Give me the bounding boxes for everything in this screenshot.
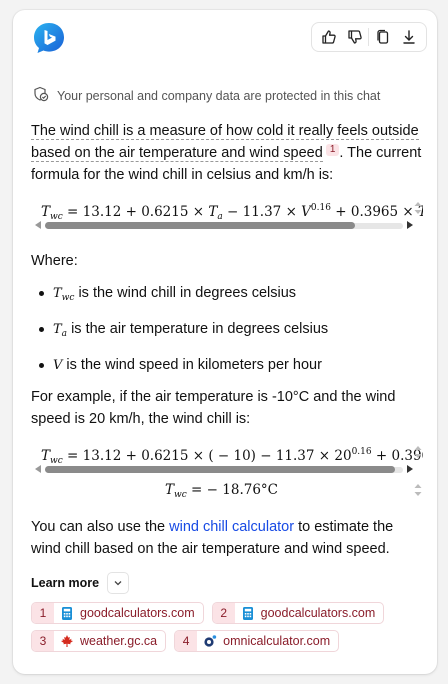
source-list: 1 goodcalculators.com 2 goodcalculators.… <box>31 602 423 658</box>
source-link[interactable]: 2 goodcalculators.com <box>211 602 385 624</box>
source-number: 1 <box>32 603 54 623</box>
chevron-down-icon <box>114 581 122 586</box>
calculator-icon <box>241 606 255 620</box>
wind-chill-calculator-link[interactable]: wind chill calculator <box>169 519 294 535</box>
list-item: Ta is the air temperature in degrees cel… <box>31 318 423 345</box>
learn-more: Learn more <box>31 572 130 594</box>
bing-copilot-logo <box>31 20 67 56</box>
source-number: 2 <box>212 603 235 623</box>
privacy-notice: Your personal and company data are prote… <box>33 86 380 105</box>
math-text: + 0.3965 × <box>330 204 418 220</box>
formula-general: Twc = 13.12 + 0.6215 × Ta − 11.37 × V0.1… <box>31 196 423 220</box>
citation-badge[interactable]: 1 <box>325 144 340 156</box>
source-number: 3 <box>32 631 54 651</box>
toolbar-divider <box>368 28 370 46</box>
answer-body: The wind chill is a measure of how cold … <box>31 120 423 560</box>
math-text: − 11.37 × <box>222 204 302 220</box>
math-text: = 13.12 + 0.6215 × <box>62 204 209 220</box>
source-domain: omnicalculator.com <box>223 634 331 648</box>
answer-intro: The wind chill is a measure of how cold … <box>31 120 423 186</box>
source-link[interactable]: 3 weather.gc.ca <box>31 630 167 652</box>
math-sub: wc <box>50 212 63 220</box>
math-exp: 0.16 <box>351 447 372 457</box>
list-item-text: is the air temperature in degrees celsiu… <box>67 321 329 337</box>
omni-icon <box>203 634 217 648</box>
chat-response-card: Your personal and company data are prote… <box>13 10 437 674</box>
formula-scrollbar[interactable] <box>35 220 413 230</box>
scroll-left-arrow-icon[interactable] <box>35 221 41 229</box>
variable-list: Twc is the wind chill in degrees celsius… <box>31 282 423 377</box>
list-item: V is the wind speed in kilometers per ho… <box>31 354 423 377</box>
shield-check-icon <box>33 86 49 105</box>
maple-leaf-icon <box>60 634 74 648</box>
calculator-icon <box>60 606 74 620</box>
math-var: T <box>208 204 218 220</box>
thumbs-up-icon[interactable] <box>317 25 341 49</box>
spinner-arrows-icon[interactable] <box>413 482 423 498</box>
download-icon[interactable] <box>397 25 421 49</box>
source-domain: weather.gc.ca <box>80 634 158 648</box>
thumbs-down-icon[interactable] <box>343 25 367 49</box>
source-link[interactable]: 1 goodcalculators.com <box>31 602 204 624</box>
math-var: T <box>53 322 62 337</box>
example-text: For example, if the air temperature is -… <box>31 389 396 427</box>
source-link[interactable]: 4 omnicalculator.com <box>174 630 340 652</box>
math-var: T <box>41 448 51 464</box>
math-var: T <box>165 482 175 498</box>
learn-more-label: Learn more <box>31 576 100 590</box>
math-var: T <box>41 204 51 220</box>
source-domain: goodcalculators.com <box>260 606 376 620</box>
copy-icon[interactable] <box>371 25 395 49</box>
response-toolbar <box>311 22 427 52</box>
math-var: V <box>301 204 311 220</box>
math-sub: wc <box>61 293 75 303</box>
math-var: V <box>53 358 63 373</box>
scroll-right-arrow-icon[interactable] <box>407 465 413 473</box>
list-item-text: is the wind speed in kilometers per hour <box>62 357 322 373</box>
spinner-arrows-icon[interactable] <box>413 444 423 460</box>
learn-more-toggle[interactable] <box>107 572 130 594</box>
privacy-text: Your personal and company data are prote… <box>57 88 381 103</box>
math-var: T <box>53 286 62 301</box>
math-text: = − 18.76°C <box>186 482 278 498</box>
math-exp: 0.16 <box>310 203 331 213</box>
scrollbar-thumb[interactable] <box>45 466 395 473</box>
outro-text: You can also use the wind chill calculat… <box>31 516 423 560</box>
scroll-left-arrow-icon[interactable] <box>35 465 41 473</box>
scroll-right-arrow-icon[interactable] <box>407 221 413 229</box>
math-sub: wc <box>174 490 187 500</box>
formula-scrollbar[interactable] <box>35 464 413 474</box>
where-label: Where: <box>31 253 78 269</box>
formula-result: Twc = − 18.76°C <box>31 478 423 502</box>
scrollbar-thumb[interactable] <box>45 222 355 229</box>
source-domain: goodcalculators.com <box>80 606 195 620</box>
spinner-arrows-icon[interactable] <box>413 200 423 216</box>
math-text: = 13.12 + 0.6215 × ( − 10) − 11.37 × 20 <box>62 448 352 464</box>
list-item: Twc is the wind chill in degrees celsius <box>31 282 423 309</box>
math-sub: wc <box>50 456 63 464</box>
outro-pre: You can also use the <box>31 519 170 535</box>
formula-example: Twc = 13.12 + 0.6215 × ( − 10) − 11.37 ×… <box>31 440 423 464</box>
list-item-text: is the wind chill in degrees celsius <box>74 285 297 301</box>
source-number: 4 <box>175 631 198 651</box>
